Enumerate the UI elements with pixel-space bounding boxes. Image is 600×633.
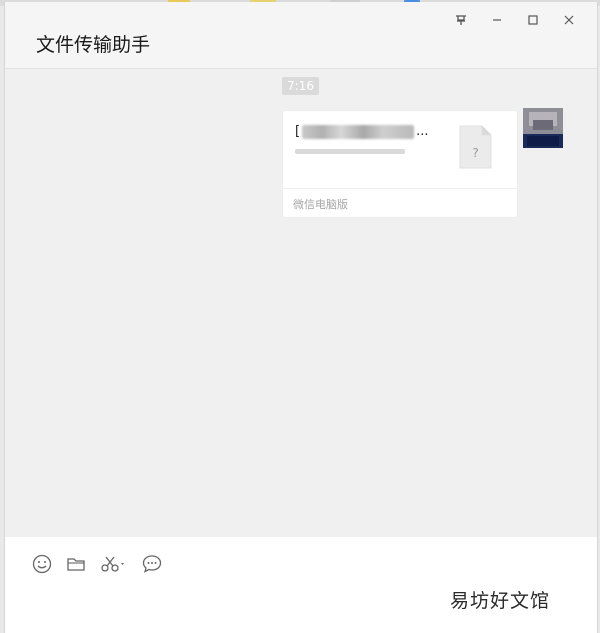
file-name: [ ...: [295, 124, 428, 139]
watermark: 易坊好文馆: [450, 590, 551, 612]
file-name-prefix: [: [295, 124, 301, 139]
pin-icon: [456, 15, 466, 25]
source-label: 微信电脑版: [293, 198, 348, 211]
redacted-file-name: [302, 124, 415, 139]
chat-history-button[interactable]: [141, 553, 163, 575]
pin-button[interactable]: [443, 10, 479, 30]
close-button[interactable]: [551, 10, 587, 30]
chat-window: 文件传输助手 7:16 [... ? 微信电脑版: [4, 2, 598, 633]
message-input-area[interactable]: [5, 537, 597, 633]
file-message-card[interactable]: [ ... ? 微信电脑版: [283, 111, 517, 217]
folder-icon: [67, 558, 85, 571]
chat-history-icon: [142, 555, 162, 573]
redacted-file-size: [295, 149, 405, 154]
close-icon: [564, 15, 574, 25]
file-name-suffix: ...: [416, 124, 429, 139]
message-timestamp: 7:16: [282, 77, 319, 95]
title-bar: 文件传输助手: [5, 2, 597, 69]
unknown-file-icon: ?: [459, 125, 492, 169]
emoji-button[interactable]: [31, 553, 53, 575]
emoji-icon: [32, 554, 52, 574]
window-controls: [443, 10, 587, 30]
input-toolbar: [31, 553, 163, 575]
file-icon-glyph: ?: [472, 146, 478, 160]
send-file-button[interactable]: [65, 553, 87, 575]
message-list[interactable]: 7:16 [ ... ? 微信电脑版: [5, 69, 597, 537]
maximize-button[interactable]: [515, 10, 551, 30]
screenshot-button[interactable]: [99, 553, 129, 575]
chat-title: 文件传输助手: [36, 34, 151, 56]
scissors-icon: [101, 556, 124, 572]
maximize-icon: [528, 15, 538, 25]
minimize-icon: [493, 19, 501, 21]
avatar[interactable]: [523, 108, 563, 148]
card-divider: [283, 188, 517, 189]
minimize-button[interactable]: [479, 10, 515, 30]
